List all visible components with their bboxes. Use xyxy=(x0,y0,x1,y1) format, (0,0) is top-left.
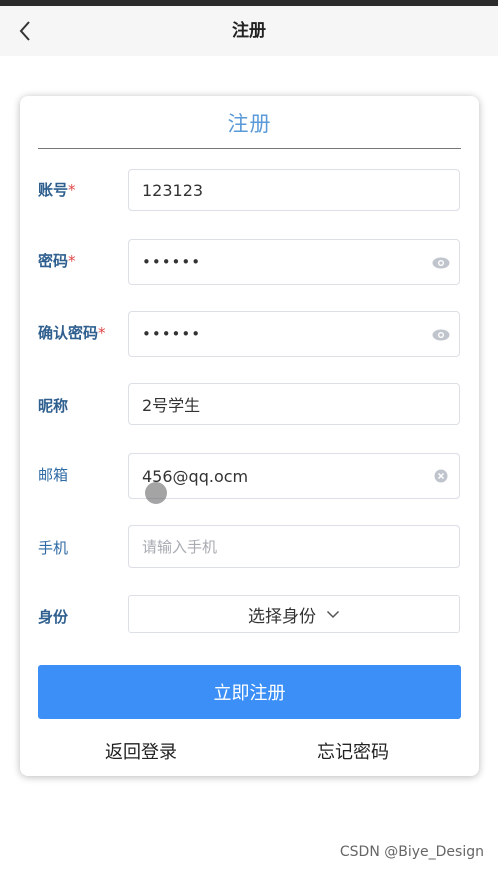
phone-input[interactable] xyxy=(129,526,459,567)
account-label: 账号* xyxy=(38,179,76,200)
account-field-wrapper xyxy=(128,169,460,211)
password-input[interactable] xyxy=(129,240,459,284)
phone-label-text: 手机 xyxy=(38,539,69,557)
navbar: 注册 xyxy=(0,6,498,56)
eye-icon[interactable] xyxy=(431,253,451,273)
email-input[interactable] xyxy=(129,454,459,498)
watermark: CSDN @Biye_Design xyxy=(339,844,484,860)
password-label-text: 密码 xyxy=(38,252,69,270)
forgot-password-link[interactable]: 忘记密码 xyxy=(317,738,389,764)
register-submit-button[interactable]: 立即注册 xyxy=(38,665,461,719)
password-field-wrapper xyxy=(128,239,460,285)
password-label: 密码* xyxy=(38,250,76,271)
nickname-label: 昵称 xyxy=(38,395,68,416)
nickname-input[interactable] xyxy=(129,384,459,424)
chevron-down-icon xyxy=(326,610,340,618)
identity-select[interactable]: 选择身份 xyxy=(128,595,460,633)
account-label-text: 账号 xyxy=(38,181,69,199)
clear-icon[interactable] xyxy=(431,466,451,486)
title-divider xyxy=(38,148,461,149)
confirm-password-label: 确认密码* xyxy=(38,322,106,343)
page-title: 注册 xyxy=(232,21,266,41)
back-to-login-link[interactable]: 返回登录 xyxy=(105,738,177,764)
identity-label-text: 身份 xyxy=(38,608,69,626)
phone-label: 手机 xyxy=(38,537,68,558)
account-input[interactable] xyxy=(129,170,459,210)
touch-indicator xyxy=(145,482,167,504)
eye-icon[interactable] xyxy=(431,325,451,345)
nickname-field-wrapper xyxy=(128,383,460,425)
email-label-text: 邮箱 xyxy=(38,466,69,484)
nickname-label-text: 昵称 xyxy=(38,397,69,415)
email-label: 邮箱 xyxy=(38,464,68,485)
identity-label: 身份 xyxy=(38,606,68,627)
required-mark: * xyxy=(98,324,106,342)
confirm-password-label-text: 确认密码 xyxy=(38,324,99,342)
email-field-wrapper xyxy=(128,453,460,499)
form-title: 注册 xyxy=(227,112,272,136)
register-card: 注册 账号* 密码* 确认密码* xyxy=(20,96,479,776)
identity-selected-text: 选择身份 xyxy=(248,606,316,627)
phone-field-wrapper xyxy=(128,525,460,568)
confirm-password-input[interactable] xyxy=(129,312,459,356)
required-mark: * xyxy=(68,181,76,199)
confirm-password-field-wrapper xyxy=(128,311,460,357)
required-mark: * xyxy=(68,252,76,270)
